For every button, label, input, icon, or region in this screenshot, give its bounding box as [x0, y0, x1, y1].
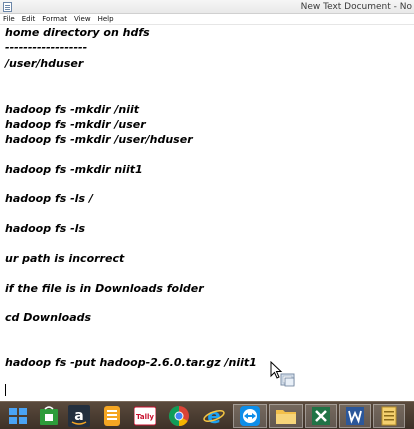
ie-label: e	[207, 405, 221, 427]
text-line: ------------------	[5, 41, 88, 54]
tally-label: Tally	[136, 413, 154, 421]
taskbar-file-explorer[interactable]	[269, 404, 303, 428]
menu-view[interactable]: View	[74, 14, 91, 24]
window-title: New Text Document - No	[300, 2, 412, 12]
file-explorer-icon	[276, 410, 296, 424]
text-line: hadoop fs -ls /	[5, 192, 93, 205]
taskbar-teamviewer[interactable]	[233, 404, 267, 428]
text-line: ur path is incorrect	[5, 252, 125, 265]
taskbar-chrome[interactable]	[164, 404, 194, 428]
chrome-icon	[168, 405, 189, 427]
text-caret	[5, 384, 6, 396]
text-line: hadoop fs -mkdir /user	[5, 118, 146, 131]
word-icon	[346, 407, 364, 425]
taskbar-tally[interactable]: Tally	[130, 404, 160, 428]
taskbar-excel[interactable]	[305, 404, 337, 428]
text-line: hadoop fs -mkdir niit1	[5, 163, 143, 176]
internet-explorer-icon: e	[203, 405, 225, 427]
taskbar-internet-explorer[interactable]: e	[199, 404, 229, 428]
menu-edit[interactable]: Edit	[22, 14, 36, 24]
text-line: hadoop fs -ls	[5, 222, 85, 235]
tally-icon: Tally	[134, 406, 156, 426]
menu-help[interactable]: Help	[98, 14, 114, 24]
windows-start-icon	[9, 408, 27, 424]
notepad-taskbar-icon	[381, 406, 397, 426]
amazon-icon: a	[68, 405, 90, 427]
text-line: if the file is in Downloads folder	[5, 282, 204, 295]
taskbar-store[interactable]	[34, 404, 64, 428]
start-button[interactable]	[3, 404, 33, 428]
teamviewer-icon	[240, 406, 260, 426]
text-line: /user/hduser	[5, 57, 84, 70]
menu-format[interactable]: Format	[42, 14, 67, 24]
taskbar-notepad[interactable]	[373, 404, 405, 428]
menu-file[interactable]: File	[3, 14, 15, 24]
mouse-cursor-icon	[270, 361, 295, 387]
title-bar[interactable]: New Text Document - No	[0, 0, 414, 14]
orange-app-icon	[104, 406, 120, 426]
taskbar-orange-app[interactable]	[97, 404, 127, 428]
excel-icon	[312, 407, 330, 425]
store-icon	[40, 406, 58, 425]
text-line: hadoop fs -put hadoop-2.6.0.tar.gz /niit…	[5, 356, 257, 369]
text-line: hadoop fs -mkdir /user/hduser	[5, 133, 193, 146]
text-line: hadoop fs -mkdir /niit	[5, 103, 139, 116]
text-line: home directory on hdfs	[5, 26, 150, 39]
amazon-label: a	[74, 408, 83, 424]
taskbar-amazon[interactable]: a	[64, 404, 94, 428]
taskbar-word[interactable]	[339, 404, 371, 428]
notepad-icon	[3, 2, 12, 12]
text-line: cd Downloads	[5, 311, 92, 324]
text-editor[interactable]: home directory on hdfs -----------------…	[0, 26, 414, 401]
menu-bar: File Edit Format View Help	[0, 14, 414, 25]
taskbar: a Tally e	[0, 401, 414, 429]
